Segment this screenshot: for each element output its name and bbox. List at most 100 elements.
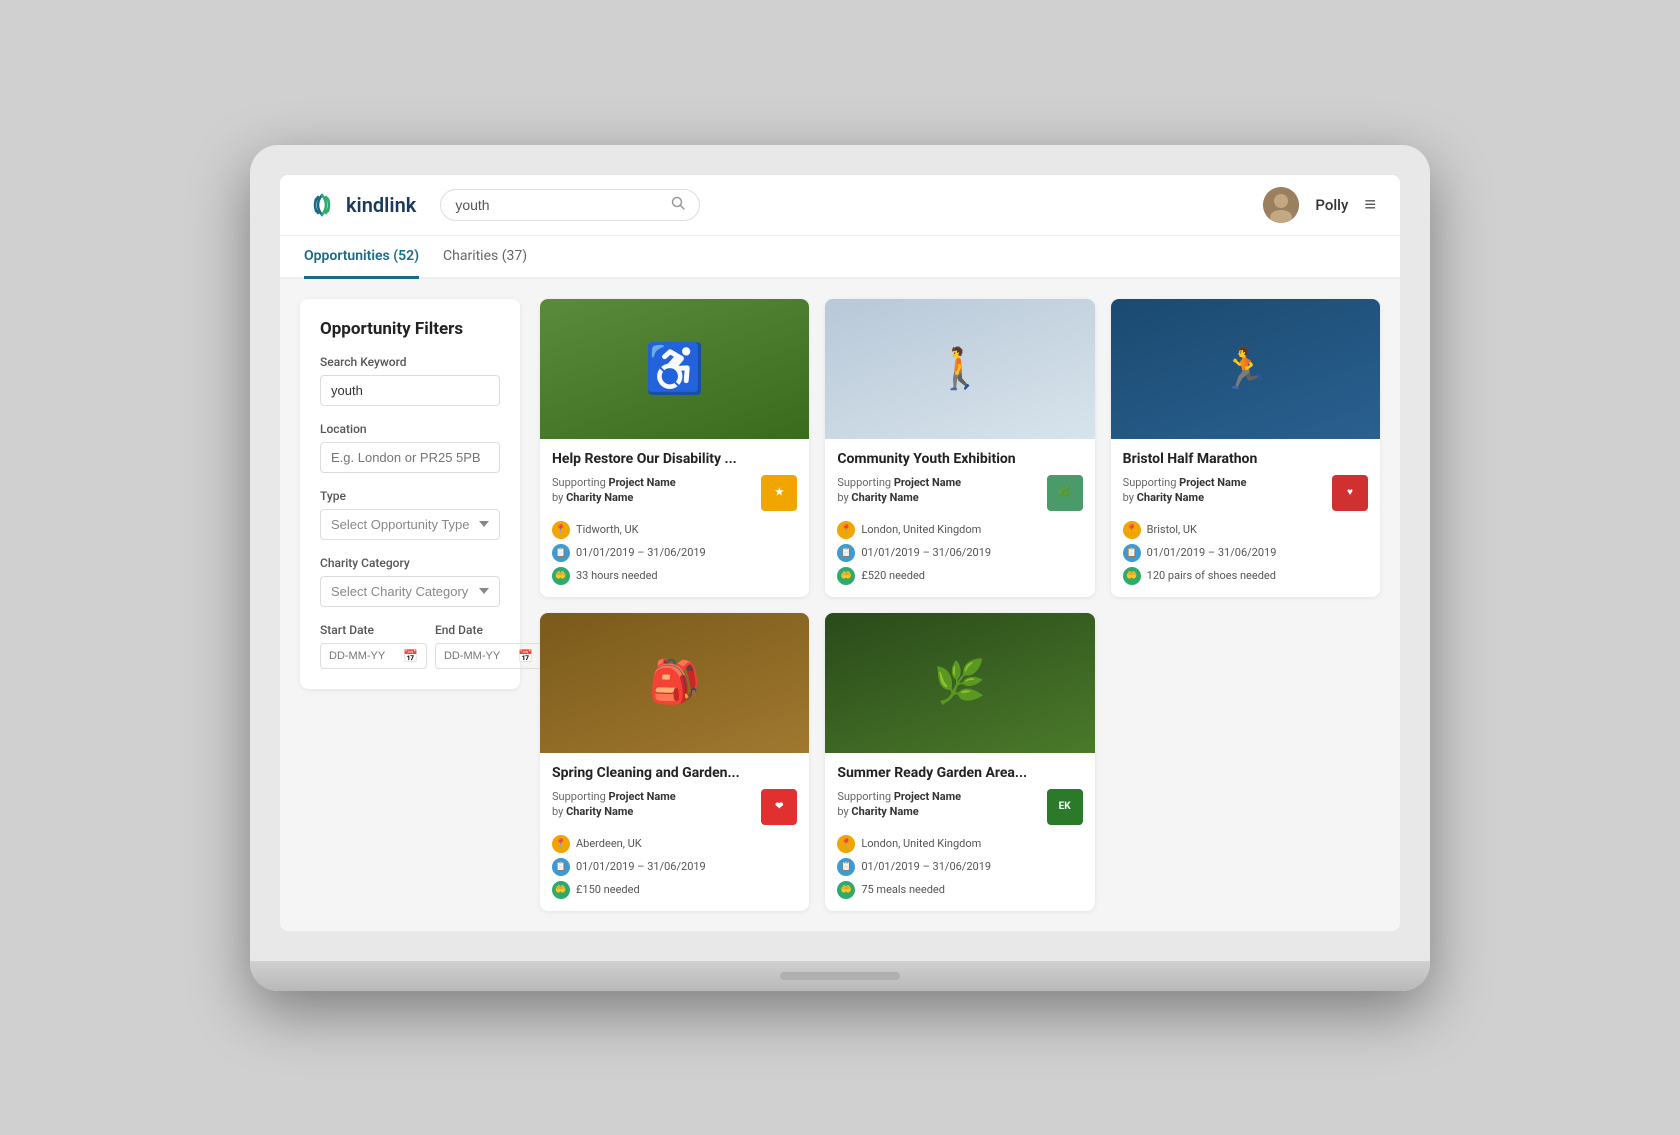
- dates-text: 01/01/2019 – 31/06/2019: [576, 546, 706, 559]
- opportunity-card[interactable]: 🏃 Bristol Half Marathon Supporting Proje…: [1111, 299, 1380, 597]
- date-icon: 📋: [837, 858, 855, 876]
- dates-text: 01/01/2019 – 31/06/2019: [576, 860, 706, 873]
- dates-meta: 📋 01/01/2019 – 31/06/2019: [837, 858, 1082, 876]
- card-meta: 📍 London, United Kingdom 📋 01/01/2019 – …: [837, 521, 1082, 585]
- calendar-icon-end: 📅: [518, 649, 533, 663]
- type-select[interactable]: Select Opportunity Type: [320, 509, 500, 540]
- keyword-input[interactable]: [320, 375, 500, 406]
- header: kindlink Polly ≡: [280, 175, 1400, 236]
- laptop-notch: [780, 972, 900, 980]
- card-title: Bristol Half Marathon: [1123, 451, 1368, 467]
- tab-opportunities[interactable]: Opportunities (52): [304, 236, 419, 279]
- need-icon: 🤲: [837, 881, 855, 899]
- location-text: London, United Kingdom: [861, 837, 981, 850]
- charity-category-select[interactable]: Select Charity Category: [320, 576, 500, 607]
- start-date-input-wrap[interactable]: 📅: [320, 643, 427, 669]
- card-supporting-text: Supporting Project Name by Charity Name: [552, 789, 676, 820]
- need-icon: 🤲: [837, 567, 855, 585]
- card-supporting-text: Supporting Project Name by Charity Name: [552, 475, 676, 506]
- start-date-label: Start Date: [320, 623, 427, 637]
- dates-text: 01/01/2019 – 31/06/2019: [1147, 546, 1277, 559]
- date-icon: 📋: [552, 544, 570, 562]
- laptop-frame: kindlink Polly ≡ Opportunities (52): [250, 145, 1430, 991]
- card-meta: 📍 London, United Kingdom 📋 01/01/2019 – …: [837, 835, 1082, 899]
- card-title: Community Youth Exhibition: [837, 451, 1082, 467]
- need-text: 75 meals needed: [861, 883, 945, 896]
- need-text: 120 pairs of shoes needed: [1147, 569, 1276, 582]
- laptop-screen: kindlink Polly ≡ Opportunities (52): [280, 175, 1400, 931]
- location-text: London, United Kingdom: [861, 523, 981, 536]
- location-icon: 📍: [552, 835, 570, 853]
- dates-meta: 📋 01/01/2019 – 31/06/2019: [552, 544, 797, 562]
- date-icon: 📋: [552, 858, 570, 876]
- charity-logo: EK: [1047, 789, 1083, 825]
- header-right: Polly ≡: [1263, 187, 1376, 223]
- tab-charities[interactable]: Charities (37): [443, 236, 527, 279]
- location-meta: 📍 Bristol, UK: [1123, 521, 1368, 539]
- location-meta: 📍 Tidworth, UK: [552, 521, 797, 539]
- opportunity-card[interactable]: 🚶 Community Youth Exhibition Supporting …: [825, 299, 1094, 597]
- card-supporting-text: Supporting Project Name by Charity Name: [837, 475, 961, 506]
- laptop-base: [250, 961, 1430, 991]
- card-supporting-text: Supporting Project Name by Charity Name: [1123, 475, 1247, 506]
- card-title: Help Restore Our Disability ...: [552, 451, 797, 467]
- location-icon: 📍: [552, 521, 570, 539]
- card-title: Summer Ready Garden Area...: [837, 765, 1082, 781]
- card-body: Summer Ready Garden Area... Supporting P…: [825, 753, 1094, 911]
- charity-logo: ♥: [1332, 475, 1368, 511]
- card-body: Spring Cleaning and Garden... Supporting…: [540, 753, 809, 911]
- charity-logo: ❤: [761, 789, 797, 825]
- need-meta: 🤲 £520 needed: [837, 567, 1082, 585]
- opportunity-card[interactable]: 🎒 Spring Cleaning and Garden... Supporti…: [540, 613, 809, 911]
- location-text: Tidworth, UK: [576, 523, 639, 536]
- opportunity-card[interactable]: ♿ Help Restore Our Disability ... Suppor…: [540, 299, 809, 597]
- location-text: Bristol, UK: [1147, 523, 1197, 536]
- date-icon: 📋: [837, 544, 855, 562]
- need-text: 33 hours needed: [576, 569, 658, 582]
- location-text: Aberdeen, UK: [576, 837, 642, 850]
- dates-text: 01/01/2019 – 31/06/2019: [861, 860, 991, 873]
- card-meta: 📍 Aberdeen, UK 📋 01/01/2019 – 31/06/2019…: [552, 835, 797, 899]
- location-meta: 📍 London, United Kingdom: [837, 521, 1082, 539]
- dates-meta: 📋 01/01/2019 – 31/06/2019: [1123, 544, 1368, 562]
- search-bar[interactable]: [440, 189, 700, 221]
- search-input[interactable]: [455, 197, 663, 213]
- logo-text: kindlink: [346, 193, 416, 217]
- location-label: Location: [320, 422, 500, 436]
- need-icon: 🤲: [1123, 567, 1141, 585]
- logo[interactable]: kindlink: [304, 187, 416, 223]
- user-name: Polly: [1315, 196, 1348, 214]
- main-content: Opportunity Filters Search Keyword Locat…: [280, 279, 1400, 931]
- end-date-input-wrap[interactable]: 📅: [435, 643, 542, 669]
- date-icon: 📋: [1123, 544, 1141, 562]
- hamburger-menu-icon[interactable]: ≡: [1364, 192, 1376, 217]
- opportunity-card[interactable]: 🌿 Summer Ready Garden Area... Supporting…: [825, 613, 1094, 911]
- location-filter-group: Location: [320, 422, 500, 473]
- card-supporting: Supporting Project Name by Charity Name …: [837, 789, 1082, 825]
- card-supporting: Supporting Project Name by Charity Name …: [837, 475, 1082, 511]
- type-label: Type: [320, 489, 500, 503]
- card-supporting: Supporting Project Name by Charity Name …: [552, 789, 797, 825]
- charity-category-label: Charity Category: [320, 556, 500, 570]
- charity-logo: ★: [761, 475, 797, 511]
- card-title: Spring Cleaning and Garden...: [552, 765, 797, 781]
- location-meta: 📍 London, United Kingdom: [837, 835, 1082, 853]
- card-supporting: Supporting Project Name by Charity Name …: [552, 475, 797, 511]
- location-input[interactable]: [320, 442, 500, 473]
- charity-category-filter-group: Charity Category Select Charity Category: [320, 556, 500, 607]
- card-body: Bristol Half Marathon Supporting Project…: [1111, 439, 1380, 597]
- cards-grid: ♿ Help Restore Our Disability ... Suppor…: [540, 299, 1380, 911]
- card-supporting: Supporting Project Name by Charity Name …: [1123, 475, 1368, 511]
- end-date-label: End Date: [435, 623, 542, 637]
- keyword-filter-group: Search Keyword: [320, 355, 500, 406]
- charity-logo: 🌿: [1047, 475, 1083, 511]
- end-date-input[interactable]: [444, 650, 514, 662]
- kindlink-logo-icon: [304, 187, 340, 223]
- card-meta: 📍 Tidworth, UK 📋 01/01/2019 – 31/06/2019…: [552, 521, 797, 585]
- need-meta: 🤲 £150 needed: [552, 881, 797, 899]
- card-body: Community Youth Exhibition Supporting Pr…: [825, 439, 1094, 597]
- end-date-group: End Date 📅: [435, 623, 542, 669]
- card-body: Help Restore Our Disability ... Supporti…: [540, 439, 809, 597]
- location-icon: 📍: [837, 835, 855, 853]
- start-date-input[interactable]: [329, 650, 399, 662]
